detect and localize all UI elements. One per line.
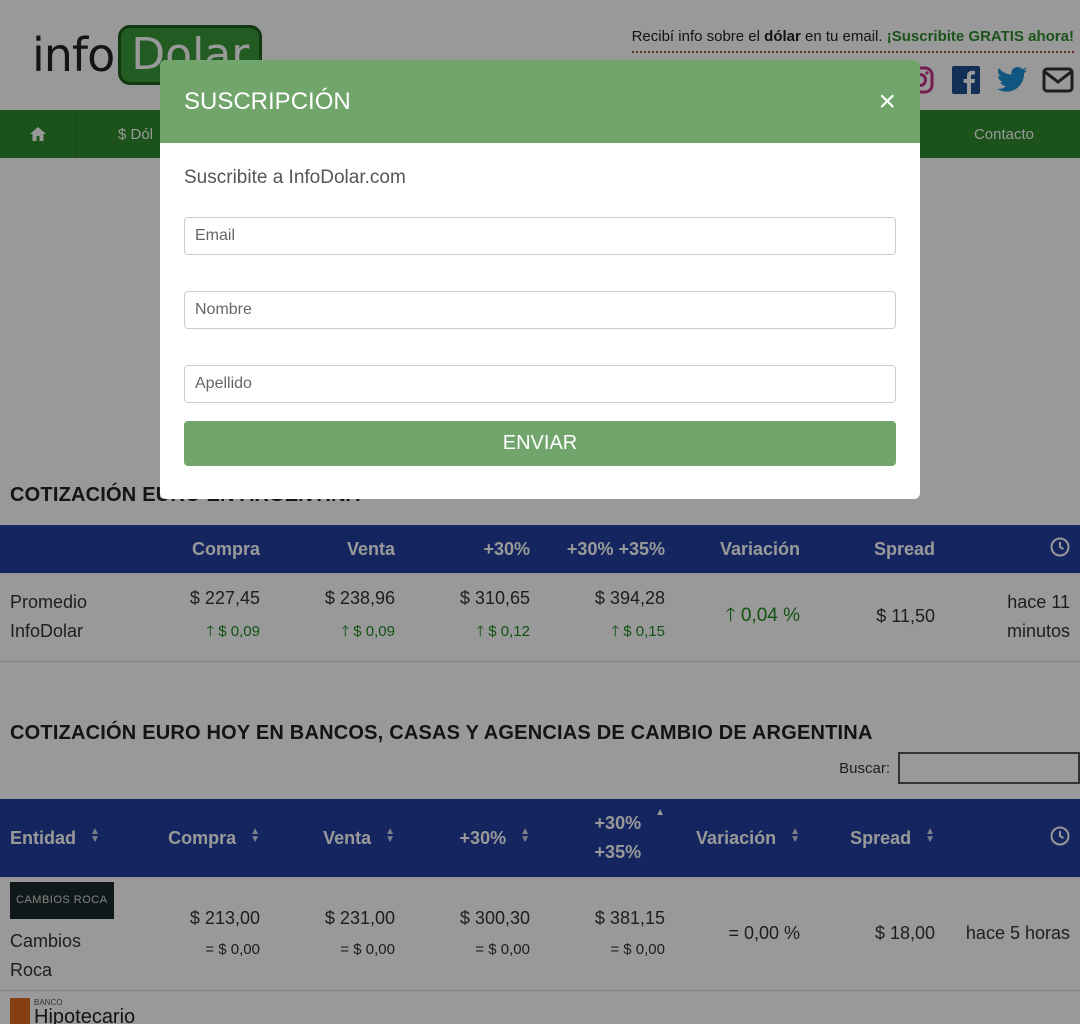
nombre-field[interactable] — [184, 291, 896, 329]
modal-title: SUSCRIPCIÓN — [184, 87, 351, 115]
modal-subtitle: Suscribite a InfoDolar.com — [184, 167, 406, 188]
modal-header: SUSCRIPCIÓN × — [160, 60, 920, 143]
subscription-modal: SUSCRIPCIÓN × Suscribite a InfoDolar.com… — [160, 60, 920, 499]
modal-body: Suscribite a InfoDolar.com ENVIAR — [160, 143, 920, 490]
close-icon[interactable]: × — [878, 86, 896, 117]
submit-button[interactable]: ENVIAR — [184, 421, 896, 466]
email-field[interactable] — [184, 217, 896, 255]
apellido-field[interactable] — [184, 365, 896, 403]
